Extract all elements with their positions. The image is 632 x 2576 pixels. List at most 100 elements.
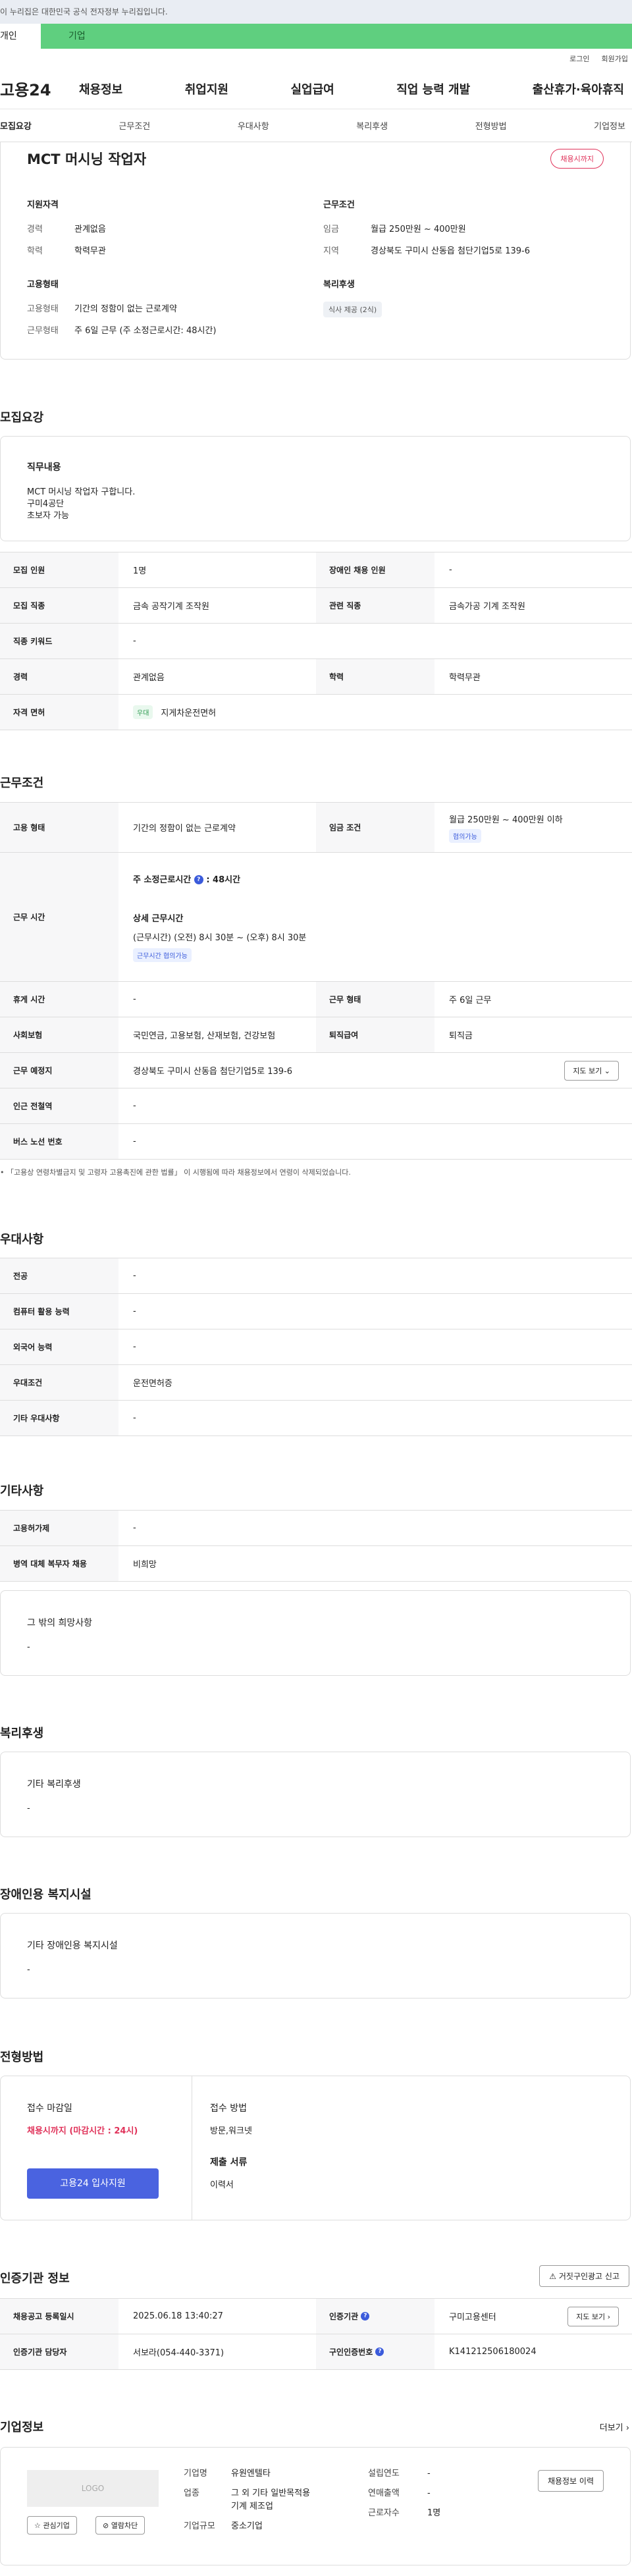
tab-recruit[interactable]: 모집요강 xyxy=(0,119,32,132)
tab-individual[interactable]: 개인 xyxy=(0,24,41,49)
license-value: 지게차운전면허 xyxy=(161,709,217,718)
company-size-label: 기업규모 xyxy=(184,2521,215,2531)
cell-value: - xyxy=(133,1413,136,1423)
tab-business[interactable]: 기업 xyxy=(41,24,632,49)
nav-job-training[interactable]: 직업 능력 개발 xyxy=(396,80,470,97)
cell-label: 우대조건 xyxy=(0,1365,118,1400)
cell-label: 외국어 능력 xyxy=(0,1329,118,1364)
cell-value: 경상북도 구미시 산동읍 첨단기업5로 139-6 지도 보기 ⌄ xyxy=(118,1053,632,1088)
cell-value: 금속가공 기계 조작원 xyxy=(449,602,525,612)
cell-label: 모집 인원 xyxy=(0,552,118,587)
nav-employment-support[interactable]: 취업지원 xyxy=(185,80,228,97)
founded-value: - xyxy=(427,2469,431,2479)
cell-value: 관계없음 xyxy=(133,673,165,683)
docs-value: 이력서 xyxy=(210,2180,234,2190)
recruit-table: 모집 인원 1명 장애인 채용 인원 - 모집 직종 금속 공작기계 조작원 관… xyxy=(0,552,632,730)
docs-heading: 제출 서류 xyxy=(210,2157,248,2168)
table-row: 사회보험 국민연금, 고용보험, 산재보험, 건강보험 퇴직급여 퇴직금 xyxy=(0,1017,632,1053)
company-logo: LOGO xyxy=(27,2470,159,2507)
cell-value: 국민연금, 고용보험, 산재보험, 건강보험 xyxy=(133,1031,276,1041)
cell-value: - xyxy=(133,1271,136,1281)
company-more-link[interactable]: 더보기 › xyxy=(600,2421,629,2433)
tab-preference[interactable]: 우대사항 xyxy=(238,119,269,132)
method-value: 방문,워크넷 xyxy=(210,2126,252,2136)
cell-label: 임금 조건 xyxy=(316,803,434,852)
table-row: 외국어 능력 - xyxy=(0,1329,632,1365)
tab-selection[interactable]: 전형방법 xyxy=(475,119,507,132)
cell-value: - xyxy=(133,1306,136,1316)
welfare-block: 복리후생 식사 제공 (2식) xyxy=(323,277,382,317)
agency-map-button[interactable]: 지도 보기 › xyxy=(567,2306,619,2326)
negotiable-tag: 협의가능 xyxy=(449,828,481,843)
etc-section-title: 기타사항 xyxy=(0,1484,44,1498)
gov-banner: 이 누리집은 대한민국 공식 전자정부 누리집입니다. xyxy=(0,0,632,24)
job-history-button[interactable]: 채용정보 이력 xyxy=(537,2470,604,2492)
info-icon[interactable]: ? xyxy=(375,2348,384,2356)
report-false-ad-button[interactable]: ⚠ 거짓구인광고 신고 xyxy=(539,2265,629,2287)
block-icon: ⊘ xyxy=(103,2521,109,2530)
nav-job-info[interactable]: 채용정보 xyxy=(79,80,122,97)
career-label: 경력 xyxy=(27,225,43,234)
job-summary-card: MCT 머시닝 작업자 채용시까지 지원자격 경력 관계없음 학력 학력무관 근무조… xyxy=(0,142,631,360)
work-table: 고용 형태 기간의 정함이 없는 근로계약 임금 조건 월급 250만원 ~ 4… xyxy=(0,802,632,1160)
cell-label: 사회보험 xyxy=(0,1017,118,1052)
qualification-heading: 지원자격 xyxy=(27,200,59,210)
favorite-company-button[interactable]: ☆ 관심기업 xyxy=(27,2516,77,2535)
edu-label: 학력 xyxy=(27,246,43,256)
welfare-box: 기타 복리후생 - xyxy=(0,1752,631,1837)
tab-welfare[interactable]: 복리후생 xyxy=(356,119,388,132)
status-badge: 채용시까지 xyxy=(550,149,604,169)
star-icon: ☆ xyxy=(34,2521,41,2530)
employees-value: 1명 xyxy=(427,2508,441,2518)
cell-label: 자격 면허 xyxy=(0,695,118,730)
block-view-button[interactable]: ⊘ 열람차단 xyxy=(95,2516,145,2535)
cell-label: 경력 xyxy=(0,659,118,694)
cell-label: 근무 시간 xyxy=(0,853,118,981)
emp-type-label: 고용형태 xyxy=(27,304,59,314)
cell-label: 인증기관 ? xyxy=(316,2299,434,2334)
cell-label: 근무 예정지 xyxy=(0,1053,118,1088)
table-row: 버스 노선 번호 - xyxy=(0,1124,632,1160)
apply-button[interactable]: 고용24 입사지원 xyxy=(27,2168,159,2199)
selection-box: 접수 마감일 채용시까지 (마감시간 : 24시) 고용24 입사지원 접수 방… xyxy=(0,2076,631,2220)
company-section-title: 기업정보 xyxy=(0,2421,44,2434)
company-name-label: 기업명 xyxy=(184,2469,207,2479)
weekly-hours: 주 소정근로시간 ? : 48시간 xyxy=(133,872,240,885)
tab-work-condition[interactable]: 근무조건 xyxy=(118,119,150,132)
cell-label: 학력 xyxy=(316,659,434,694)
industry-label: 업종 xyxy=(184,2488,199,2498)
cell-label: 직종 키워드 xyxy=(0,624,118,658)
disabled-facility-heading: 기타 장애인용 복지시설 xyxy=(27,1941,118,1951)
tab-company[interactable]: 기업정보 xyxy=(594,119,625,132)
table-row: 고용 형태 기간의 정함이 없는 근로계약 임금 조건 월급 250만원 ~ 4… xyxy=(0,803,632,853)
cell-value: 운전면허증 xyxy=(133,1379,172,1389)
login-link[interactable]: 로그인 xyxy=(569,53,589,64)
docs-block: 제출 서류 이력서 xyxy=(210,2155,247,2190)
disabled-facility-section-title: 장애인용 복지시설 xyxy=(0,1888,92,1902)
site-logo[interactable]: 고용24 xyxy=(0,77,79,100)
welfare-box-heading: 기타 복리후생 xyxy=(27,1779,81,1790)
deadline-block: 접수 마감일 채용시까지 (마감시간 : 24시) xyxy=(27,2101,138,2136)
cell-label: 기타 우대사항 xyxy=(0,1401,118,1436)
join-link[interactable]: 회원가입 xyxy=(602,53,628,64)
welfare-chip: 식사 제공 (2식) xyxy=(323,302,382,317)
sales-label: 연매출액 xyxy=(368,2488,400,2498)
table-row: 자격 면허 우대 지게차운전면허 xyxy=(0,695,632,730)
table-row: 고용허가제 - xyxy=(0,1511,632,1546)
table-row: 경력 관계없음 학력 학력무관 xyxy=(0,659,632,695)
deadline-value: 채용시까지 (마감시간 : 24시) xyxy=(27,2126,138,2136)
cell-value: - xyxy=(449,565,452,575)
nav-parental-leave[interactable]: 출산휴가·육아휴직 xyxy=(533,80,624,97)
sales-value: - xyxy=(427,2488,431,2498)
map-view-button[interactable]: 지도 보기 ⌄ xyxy=(564,1060,619,1081)
duty-box: 직무내용 MCT 머시닝 작업자 구합니다. 구미4공단 초보자 가능 xyxy=(0,436,631,541)
company-size-value: 중소기업 xyxy=(231,2521,263,2531)
cell-value: 금속 공작기계 조작원 xyxy=(133,602,209,612)
info-icon[interactable]: ? xyxy=(194,875,203,884)
other-wishes-heading: 그 밖의 희망사항 xyxy=(27,1618,93,1628)
work-place-value: 경상북도 구미시 산동읍 첨단기업5로 139-6 xyxy=(133,1067,292,1077)
info-icon[interactable]: ? xyxy=(361,2312,370,2321)
duty-line: MCT 머시닝 작업자 구합니다. xyxy=(27,487,136,497)
cell-value: 학력무관 xyxy=(449,673,481,683)
nav-unemployment-benefit[interactable]: 실업급여 xyxy=(291,80,334,97)
